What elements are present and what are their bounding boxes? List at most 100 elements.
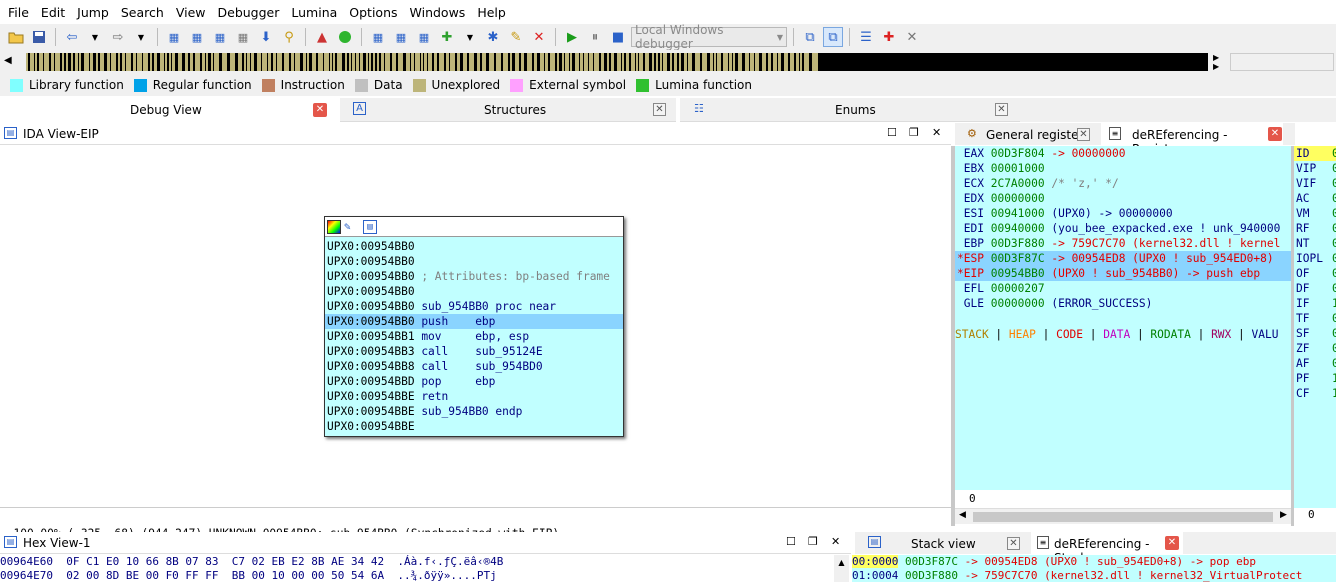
disasm-line[interactable]: UPX0:00954BB8 call sub_954BD0 — [325, 359, 623, 374]
disasm-line[interactable]: UPX0:00954BB0 — [325, 284, 623, 299]
binary-data-icon[interactable]: ▦ — [233, 27, 253, 47]
register-row[interactable]: EBP 00D3F880 -> 759C7C70 (kernel32.dll !… — [955, 236, 1291, 251]
flag-row[interactable]: PF 1 — [1294, 371, 1336, 386]
menu-search[interactable]: Search — [115, 5, 170, 20]
close-icon[interactable]: ✕ — [1077, 128, 1090, 141]
tab-enums[interactable]: ☷ Enums ✕ — [680, 98, 1020, 122]
binary-data-icon[interactable]: ▦ — [164, 27, 184, 47]
tab-structures[interactable]: A Structures ✕ — [340, 98, 676, 122]
register-row[interactable]: EDI 00940000 (you_bee_expacked.exe ! unk… — [955, 221, 1291, 236]
menu-help[interactable]: Help — [471, 5, 512, 20]
close-icon[interactable]: ✕ — [995, 103, 1008, 116]
flag-row[interactable]: OF 0 — [1294, 266, 1336, 281]
maximize-icon[interactable]: ☐ — [786, 535, 796, 548]
debugger-select[interactable]: Local Windows debugger ▼ — [631, 23, 787, 51]
maximize-icon[interactable]: ☐ — [887, 126, 897, 139]
graph-node[interactable]: ✎ ▤ UPX0:00954BB0 UPX0:00954BB0 UPX0:009… — [324, 216, 624, 437]
register-row[interactable]: *ESP 00D3F87C -> 00954ED8 (UPX0 ! sub_95… — [955, 251, 1291, 266]
binary-data-icon[interactable]: ▦ — [210, 27, 230, 47]
registers-horizontal-scrollbar[interactable]: ◀ ▶ — [955, 508, 1291, 524]
edit-node-icon[interactable]: ✎ — [344, 220, 360, 234]
disasm-line[interactable]: UPX0:00954BB0 ; Attributes: bp-based fra… — [325, 269, 623, 284]
delete-breakpoint-icon[interactable]: ✕ — [902, 27, 922, 47]
disasm-line[interactable]: UPX0:00954BBE sub_954BB0 endp — [325, 404, 623, 419]
tab-stack-view[interactable]: ▤ Stack view ✕ — [859, 532, 1027, 554]
flag-row[interactable]: NT 0 — [1294, 236, 1336, 251]
restore-icon[interactable]: ❐ — [808, 535, 818, 548]
disasm-line[interactable]: UPX0:00954BB0 sub_954BB0 proc near — [325, 299, 623, 314]
play-icon[interactable]: ▶ — [562, 27, 582, 47]
register-row[interactable]: GLE 00000000 (ERROR_SUCCESS) — [955, 296, 1291, 311]
close-icon[interactable]: ✕ — [1007, 537, 1020, 550]
tab-dereferencing-stack[interactable]: ≡ deREferencing - Stack ✕ — [1031, 532, 1183, 565]
navigation-scroll[interactable] — [1230, 53, 1334, 71]
flag-row[interactable]: DF 0 — [1294, 281, 1336, 296]
flag-row[interactable]: VIP 0 — [1294, 161, 1336, 176]
menu-debugger[interactable]: Debugger — [212, 5, 286, 20]
forward-arrow-icon[interactable]: ⇨ — [108, 27, 128, 47]
flag-row[interactable]: AF 0 — [1294, 356, 1336, 371]
hex-view-body[interactable]: 00964E60 0F C1 E0 10 66 8B 07 83 C7 02 E… — [0, 555, 851, 582]
flag-row[interactable]: VIF 0 — [1294, 176, 1336, 191]
close-icon[interactable]: ✕ — [831, 535, 840, 548]
add-enum-icon[interactable]: ▦ — [414, 27, 434, 47]
tab-general-registers[interactable]: ⚙ General registers ✕ — [959, 123, 1097, 145]
pause-icon[interactable]: ⏸ — [585, 27, 605, 47]
green-circle-icon[interactable] — [335, 27, 355, 47]
flag-row[interactable]: IOPL 0 — [1294, 251, 1336, 266]
chevron-down-icon[interactable]: ▼ — [85, 27, 105, 47]
menu-file[interactable]: File — [2, 5, 35, 20]
close-icon[interactable]: ✕ — [1165, 536, 1179, 550]
flag-row[interactable]: ID 0 — [1294, 146, 1336, 161]
tab-dereferencing-registers[interactable]: ≡ deREferencing - Registers ✕ — [1101, 123, 1283, 156]
register-row[interactable]: EFL 00000207 — [955, 281, 1291, 296]
menu-windows[interactable]: Windows — [404, 5, 472, 20]
back-arrow-icon[interactable]: ⇦ — [62, 27, 82, 47]
plus-icon[interactable]: ✚ — [437, 27, 457, 47]
binary-data-icon[interactable]: ▦ — [187, 27, 207, 47]
add-breakpoint-icon[interactable]: ✚ — [879, 27, 899, 47]
flag-row[interactable]: VM 0 — [1294, 206, 1336, 221]
nav-right-arrows-icon[interactable]: ▶ ▶ — [1213, 53, 1219, 71]
disasm-line[interactable]: UPX0:00954BBE — [325, 419, 623, 434]
scroll-right-icon[interactable]: ▶ — [1280, 510, 1287, 520]
menu-jump[interactable]: Jump — [71, 5, 115, 20]
menu-options[interactable]: Options — [343, 5, 403, 20]
scroll-left-icon[interactable]: ◀ — [959, 510, 966, 520]
disasm-line[interactable]: UPX0:00954BB1 mov ebp, esp — [325, 329, 623, 344]
detach-process-icon[interactable]: ⧉ — [823, 27, 843, 47]
tab-debug-view[interactable]: Debug View ✕ — [0, 98, 336, 122]
menu-lumina[interactable]: Lumina — [285, 5, 343, 20]
register-row[interactable]: ECX 2C7A0000 /* 'z,' */ — [955, 176, 1291, 191]
registers-panel[interactable]: EAX 00D3F804 -> 00000000 EBX 00001000 EC… — [955, 146, 1291, 490]
close-icon[interactable]: ✕ — [313, 103, 327, 117]
nav-left-arrow-icon[interactable]: ◀ — [4, 55, 12, 66]
edit-icon[interactable]: ✎ — [506, 27, 526, 47]
close-icon[interactable]: ✕ — [653, 103, 666, 116]
close-icon[interactable]: ✕ — [932, 126, 941, 139]
add-function-icon[interactable]: ▦ — [368, 27, 388, 47]
disasm-line[interactable]: UPX0:00954BB0 — [325, 239, 623, 254]
menu-view[interactable]: View — [170, 5, 212, 20]
collapse-node-icon[interactable]: ▤ — [363, 219, 377, 234]
disasm-line[interactable]: UPX0:00954BB3 call sub_95124E — [325, 344, 623, 359]
disasm-line[interactable]: UPX0:00954BBD pop ebp — [325, 374, 623, 389]
down-arrow-icon[interactable]: ⬇ — [256, 27, 276, 47]
save-icon[interactable] — [29, 27, 49, 47]
scroll-thumb[interactable] — [973, 512, 1273, 522]
flag-row[interactable]: TF 0 — [1294, 311, 1336, 326]
close-icon[interactable]: ✕ — [529, 27, 549, 47]
flag-row[interactable]: ZF 0 — [1294, 341, 1336, 356]
attach-process-icon[interactable]: ⧉ — [800, 27, 820, 47]
register-row[interactable]: *EIP 00954BB0 (UPX0 ! sub_954BB0) -> pus… — [955, 266, 1291, 281]
chevron-down-icon[interactable]: ▼ — [460, 27, 480, 47]
navigation-strip[interactable] — [26, 53, 1208, 71]
color-node-icon[interactable] — [327, 219, 341, 234]
graph-icon[interactable]: ▲ — [312, 27, 332, 47]
register-row[interactable]: EBX 00001000 — [955, 161, 1291, 176]
disasm-line[interactable]: UPX0:00954BB0 push ebp — [325, 314, 623, 329]
open-folder-icon[interactable] — [6, 27, 26, 47]
register-row[interactable]: ESI 00941000 (UPX0) -> 00000000 — [955, 206, 1291, 221]
flag-row[interactable]: SF 0 — [1294, 326, 1336, 341]
disasm-line[interactable]: UPX0:00954BBE retn — [325, 389, 623, 404]
